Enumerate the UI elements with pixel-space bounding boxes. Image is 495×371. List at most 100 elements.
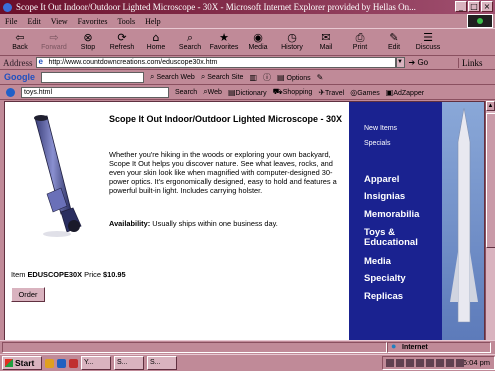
edit-button[interactable]: ✎ Edit <box>377 29 411 51</box>
go-label: Go <box>417 58 429 67</box>
nav-specials[interactable]: Specials <box>364 140 390 147</box>
plane-icon: ✈ <box>318 87 326 97</box>
tray-icon[interactable] <box>385 359 394 367</box>
microscope-product-image <box>34 115 82 237</box>
availability-value: Usually ships within one business day. <box>152 219 278 228</box>
availability-label: Availability: <box>109 219 151 228</box>
edit-label: Edit <box>387 44 401 51</box>
google-logo[interactable]: Google <box>4 72 35 82</box>
nav-memorabilia[interactable]: Memorabilia <box>364 210 419 220</box>
menu-tools[interactable]: Tools <box>117 17 135 26</box>
tray-icon[interactable] <box>415 359 424 367</box>
quicklaunch-icon[interactable] <box>45 358 54 368</box>
close-button[interactable]: × <box>481 1 493 12</box>
discuss-label: Discuss <box>415 44 441 51</box>
tray-icon[interactable] <box>405 359 414 367</box>
nav-insignias[interactable]: Insignias <box>364 192 405 202</box>
menu-edit[interactable]: Edit <box>27 17 40 26</box>
search-web-button[interactable]: ⌕ Search Web <box>150 72 195 82</box>
highlight-icon[interactable]: ✎ <box>317 73 324 82</box>
address-dropdown-button[interactable]: ▼ <box>395 57 405 68</box>
quicklaunch-icon[interactable] <box>57 358 66 368</box>
favorites-button[interactable]: ★ Favorites <box>207 29 241 51</box>
go-button[interactable]: ➔ Go <box>409 58 429 67</box>
search-button[interactable]: ⌕ Search <box>173 29 207 51</box>
start-button[interactable]: Start <box>2 356 42 370</box>
refresh-button[interactable]: ⟳ Refresh <box>105 29 139 51</box>
menu-favorites[interactable]: Favorites <box>78 17 108 26</box>
edit-icon: ✎ <box>389 31 399 44</box>
nav-new-items[interactable]: New Items <box>364 125 397 132</box>
address-bar: Address http://www.countdowncreations.co… <box>0 56 495 70</box>
info-icon[interactable]: ⓘ <box>263 72 271 83</box>
order-button[interactable]: Order <box>11 287 45 302</box>
search-icon: ⌕ <box>150 72 155 81</box>
adzapper-button[interactable]: ▣AdZapper <box>386 88 424 97</box>
back-button[interactable]: ⇦ Back <box>3 29 37 51</box>
search-icon: ⌕ <box>186 31 194 44</box>
clock: 6:04 pm <box>462 358 490 367</box>
history-button[interactable]: ◷ History <box>275 29 309 51</box>
scroll-thumb[interactable] <box>486 113 495 248</box>
tray-icon[interactable] <box>435 359 444 367</box>
games-button[interactable]: ◎Games <box>350 88 380 97</box>
taskbar-task[interactable]: S... <box>147 356 177 370</box>
page-content: Scope It Out Indoor/Outdoor Lighted Micr… <box>4 101 485 354</box>
favorites-icon: ★ <box>219 31 229 44</box>
tray-icon[interactable] <box>395 359 404 367</box>
dictionary-button[interactable]: ▤Dictionary <box>228 88 267 97</box>
mail-icon: ✉ <box>321 31 331 44</box>
search-site-button[interactable]: ⌕ Search Site <box>201 72 244 82</box>
scroll-up-button[interactable]: ▲ <box>486 101 495 111</box>
search-icon: ⌕ <box>200 72 206 81</box>
menu-file[interactable]: File <box>5 17 17 26</box>
search-button[interactable]: Search <box>175 89 197 96</box>
refresh-icon: ⟳ <box>117 31 127 44</box>
back-icon: ⇦ <box>15 31 25 44</box>
print-button[interactable]: ⎙ Print <box>343 29 377 51</box>
web-button[interactable]: ⌕Web <box>203 87 222 97</box>
menu-view[interactable]: View <box>51 17 68 26</box>
tray-icon[interactable] <box>445 359 454 367</box>
shopping-button[interactable]: ⛟Shopping <box>273 87 313 97</box>
mail-button[interactable]: ✉ Mail <box>309 29 343 51</box>
cart-icon: ⛟ <box>272 87 283 96</box>
toolbar-logo-icon <box>6 87 15 97</box>
mail-label: Mail <box>319 44 333 51</box>
travel-button[interactable]: ✈Travel <box>318 88 344 97</box>
home-button[interactable]: ⌂ Home <box>139 29 173 51</box>
pagerank-icon[interactable]: ▥ <box>249 73 257 82</box>
nav-specialty[interactable]: Specialty <box>364 274 406 284</box>
history-icon: ◷ <box>287 31 297 44</box>
nav-toys-educational[interactable]: Toys & Educational <box>364 228 434 248</box>
tray-icon[interactable] <box>425 359 434 367</box>
search-label: Search <box>178 44 202 51</box>
taskbar-task[interactable]: S... <box>114 356 144 370</box>
media-label: Media <box>248 44 268 51</box>
google-toolbar: Google ⌕ Search Web ⌕ Search Site ▥ ⓘ ▤ … <box>0 70 495 85</box>
discuss-button[interactable]: ☰ Discuss <box>411 29 445 51</box>
nav-apparel[interactable]: Apparel <box>364 175 399 185</box>
rocket-image <box>442 102 484 353</box>
links-button[interactable]: Links <box>458 57 483 68</box>
favorites-label: Favorites <box>209 44 239 51</box>
menu-bar: File Edit View Favorites Tools Help <box>0 14 495 28</box>
nav-replicas[interactable]: Replicas <box>364 292 403 302</box>
minimize-button[interactable]: _ <box>455 1 467 12</box>
stop-button[interactable]: ⊗ Stop <box>71 29 105 51</box>
menu-help[interactable]: Help <box>145 17 161 26</box>
taskbar-task[interactable]: Y... <box>81 356 111 370</box>
stop-label: Stop <box>80 44 96 51</box>
maximize-button[interactable]: □ <box>468 1 480 12</box>
address-input[interactable]: http://www.countdowncreations.com/edusco… <box>35 57 396 68</box>
options-button[interactable]: ▤ Options <box>277 73 311 82</box>
quicklaunch-icon[interactable] <box>69 358 78 368</box>
media-button[interactable]: ◉ Media <box>241 29 275 51</box>
toolbar-search-input[interactable]: toys.html <box>21 86 169 98</box>
nav-media[interactable]: Media <box>364 257 391 267</box>
options-icon: ▤ <box>277 72 285 82</box>
vertical-scrollbar[interactable]: ▲ ▼ <box>485 101 495 354</box>
search-toolbar: toys.html Search ⌕Web ▤Dictionary ⛟Shopp… <box>0 85 495 100</box>
google-search-input[interactable] <box>41 71 144 83</box>
tray-icon[interactable] <box>455 359 464 367</box>
